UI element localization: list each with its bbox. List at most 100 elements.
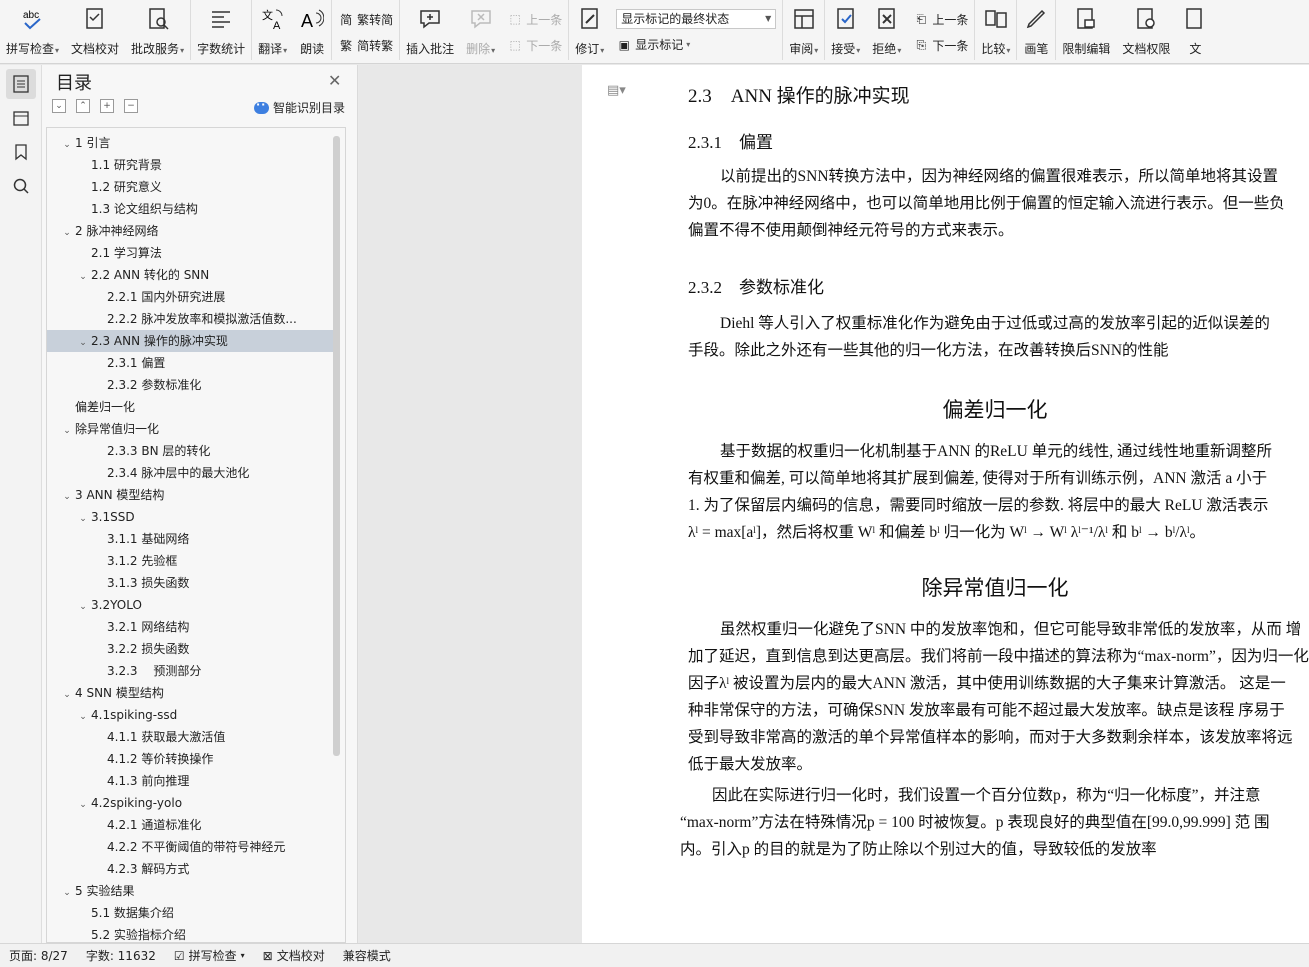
simp-to-trad-button[interactable]: 繁简转繁 [338,34,393,56]
collapse-all-icon[interactable]: ⌄ [52,99,66,113]
toc-item[interactable]: ⌄ 3.1SSD [47,506,333,528]
doc-permission-button[interactable]: 文档权限 [1116,4,1176,60]
remove-heading-icon[interactable]: − [124,99,138,113]
toc-item[interactable]: 2.3.2 参数标准化 [47,374,333,396]
toc-item[interactable]: 2.3.1 偏置 [47,352,333,374]
toc-item[interactable]: 4.2.2 不平衡阈值的带符号神经元 [47,836,333,858]
next-comment-button[interactable]: ⬚ 下一条 [507,34,563,56]
toc-item-label: 3.2.2 损失函数 [107,642,190,656]
toc-item[interactable]: ⌄ 4.2spiking-yolo [47,792,333,814]
add-heading-icon[interactable]: + [100,99,114,113]
expand-toggle-icon[interactable]: ⌄ [77,266,89,286]
toc-item[interactable]: ⌄ 3.2YOLO [47,594,333,616]
translate-button[interactable]: 文A 翻译 [252,4,293,60]
toc-item[interactable]: 3.2.1 网络结构 [47,616,333,638]
expand-toggle-icon[interactable]: ⌄ [61,134,73,154]
accept-button[interactable]: 接受 [825,4,866,60]
prev-comment-label: 上一条 [526,12,563,27]
toc-item[interactable]: 4.2.1 通道标准化 [47,814,333,836]
expand-toggle-icon[interactable]: ⌄ [61,882,73,902]
spellcheck-button[interactable]: abc 拼写检查 [0,4,65,60]
correction-service-button[interactable]: 批改服务 [125,4,190,60]
expand-toggle-icon[interactable]: ⌄ [77,794,89,814]
toc-item[interactable]: ⌄ 4.1spiking-ssd [47,704,333,726]
show-markup-button[interactable]: ▣ 显示标记 ▾ [616,34,776,56]
toc-scrollbar[interactable] [333,136,340,756]
toc-item[interactable]: 3.1.3 损失函数 [47,572,333,594]
toc-item[interactable]: ⌄ 除异常值归一化 [47,418,333,440]
toc-item[interactable]: 2.3.3 BN 层的转化 [47,440,333,462]
status-spellcheck[interactable]: ☑ 拼写检查 ▾ [165,947,254,964]
page-nav-icon[interactable]: ▤▾ [607,83,626,98]
expand-toggle-icon[interactable]: ⌄ [77,332,89,352]
toc-item[interactable]: ⌄ 1 引言 [47,132,333,154]
toc-item[interactable]: 2.3.4 脉冲层中的最大池化 [47,462,333,484]
toc-item[interactable]: 3.1.2 先验框 [47,550,333,572]
smart-toc-button[interactable]: 智能识别目录 [254,98,345,116]
toc-item[interactable]: 1.2 研究意义 [47,176,333,198]
delete-comment-button[interactable]: 删除 [460,4,501,60]
insert-comment-button[interactable]: 插入批注 [400,4,460,60]
close-icon[interactable]: ✕ [328,71,341,90]
next-change-button[interactable]: ⎘ 下一条 [913,34,969,56]
toc-item[interactable]: 2.2.2 脉冲发放率和模拟激活值数... [47,308,333,330]
page-indicator[interactable]: 页面: 8/27 [0,947,77,964]
toc-item[interactable]: 1.1 研究背景 [47,154,333,176]
review-pane-button[interactable]: 审阅 [783,4,824,60]
toc-item[interactable]: 5.2 实验指标介绍 [47,924,333,942]
toc-item[interactable]: 4.1.2 等价转换操作 [47,748,333,770]
toc-item[interactable]: 3.2.2 损失函数 [47,638,333,660]
trad-to-simp-button[interactable]: 简繁转简 [338,8,393,30]
bookmark-button[interactable] [6,137,36,167]
toc-item[interactable]: 4.1.1 获取最大激活值 [47,726,333,748]
read-aloud-button[interactable]: A 朗读 [293,4,331,60]
expand-toggle-icon[interactable]: ⌄ [61,222,73,242]
search-button[interactable] [6,171,36,201]
toc-item[interactable]: 5.1 数据集介绍 [47,902,333,924]
expand-toggle-icon[interactable]: ⌄ [77,706,89,726]
toc-item[interactable]: ⌄ 5 实验结果 [47,880,333,902]
toc-item[interactable]: ⌄ 2.3 ANN 操作的脉冲实现 [47,330,333,352]
toc-item[interactable]: ⌄ 2.2 ANN 转化的 SNN [47,264,333,286]
expand-toggle-icon[interactable]: ⌄ [61,486,73,506]
chevron-down-icon: ▾ [240,951,245,960]
add-comment-icon [417,6,443,32]
toc-item[interactable]: 2.2.1 国内外研究进展 [47,286,333,308]
toc-item[interactable]: 2.1 学习算法 [47,242,333,264]
toc-item[interactable]: 3.2.3 预测部分 [47,660,333,682]
toc-item[interactable]: ⌄ 3 ANN 模型结构 [47,484,333,506]
toc-item[interactable]: 4.2.3 解码方式 [47,858,333,880]
toc-item[interactable]: 3.1.1 基础网络 [47,528,333,550]
paragraph-line: 为0。在脉冲神经网络中，也可以简单地用比例于偏置的恒定输入流进行表示。但一些负 [688,195,1285,212]
track-changes-button[interactable]: 修订 [569,4,610,60]
pen-button[interactable]: 画笔 [1017,4,1055,60]
compat-mode: 兼容模式 [342,949,391,963]
expand-toggle-icon[interactable]: ⌄ [61,684,73,704]
expand-toggle-icon[interactable]: ⌄ [77,508,89,528]
heading-2-3: 2.3 ANN 操作的脉冲实现 [688,86,910,107]
markup-state-select[interactable]: 显示标记的最终状态 ▼ [616,8,777,29]
doc-more-button[interactable]: 文 [1176,4,1214,60]
wordcount-button[interactable]: 字数统计 [191,4,251,60]
toc-pane-button[interactable] [6,69,36,99]
chapter-nav-button[interactable] [6,103,36,133]
status-doc-proof[interactable]: ⊠ 文档校对 [254,947,334,964]
toc-item[interactable]: ⌄ 2 脉冲神经网络 [47,220,333,242]
expand-all-icon[interactable]: ⌃ [76,99,90,113]
trad-to-simp-icon: 简 [340,12,353,27]
document-page[interactable]: 2.3 ANN 操作的脉冲实现 2.3.1 偏置 以前提出的SNN转换方法中，因… [582,65,1309,943]
restrict-edit-button[interactable]: 限制编辑 [1056,4,1116,60]
toc-item[interactable]: ⌄ 4 SNN 模型结构 [47,682,333,704]
next-change-icon: ⎘ [916,37,927,52]
expand-toggle-icon[interactable]: ⌄ [77,596,89,616]
doc-proof-button[interactable]: 文档校对 [65,4,125,60]
prev-change-button[interactable]: ⎗ 上一条 [913,8,969,30]
reject-button[interactable]: 拒绝 [866,4,907,60]
toc-item[interactable]: 1.3 论文组织与结构 [47,198,333,220]
toc-item[interactable]: 偏差归一化 [47,396,333,418]
toc-item[interactable]: 4.1.3 前向推理 [47,770,333,792]
expand-toggle-icon[interactable]: ⌄ [61,420,73,440]
prev-comment-button[interactable]: ⬚ 上一条 [507,8,563,30]
word-count[interactable]: 字数: 11632 [77,947,165,964]
compare-button[interactable]: 比较 [975,4,1016,60]
